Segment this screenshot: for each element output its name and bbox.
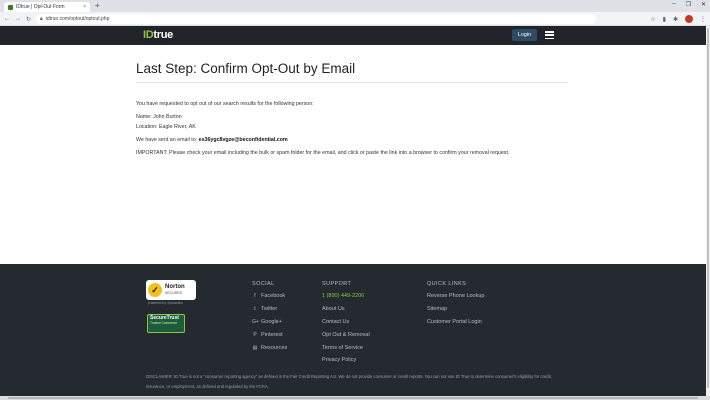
person-location: Location: Eagle River, AK xyxy=(136,124,196,130)
quick-link-customer-portal[interactable]: Customer Portal Login xyxy=(427,316,484,329)
close-window-icon[interactable]: ✕ xyxy=(701,1,706,8)
logo-true-text: true xyxy=(153,29,173,41)
favicon-icon xyxy=(8,4,13,10)
browser-tab[interactable]: IDtrue | Opt-Out Form × xyxy=(4,2,90,12)
profile-avatar-icon[interactable] xyxy=(685,15,693,23)
tab-title: IDtrue | Opt-Out Form xyxy=(16,4,65,10)
disclaimer-text: DISCLAIMER: ID True is not a "consumer r… xyxy=(146,374,552,389)
social-link-pinterest[interactable]: P Pinterest xyxy=(252,328,287,341)
norton-text: Norton SECURED xyxy=(165,284,185,295)
main-content: Last Step: Confirm Opt-Out by Email You … xyxy=(0,45,710,264)
important-notice: IMPORTANT: Please check your email inclu… xyxy=(136,150,510,156)
securetrust-badge[interactable]: SecureTrust Trusted Commerce xyxy=(147,314,185,333)
menu-dots-icon[interactable]: ⋮ xyxy=(700,16,706,23)
support-link-privacy[interactable]: Privacy Policy xyxy=(322,354,370,367)
support-heading: SUPPORT xyxy=(322,281,352,287)
quick-link-reverse-phone[interactable]: Reverse Phone Lookup xyxy=(427,290,484,303)
vertical-scrollbar[interactable] xyxy=(706,26,710,396)
support-phone-link[interactable]: 1 (800) 449-2206 xyxy=(322,290,370,303)
email-sent-text: We have sent an email to: es36ygc8vgze@b… xyxy=(136,137,288,143)
extension-icon[interactable]: ▮ xyxy=(663,16,666,23)
tab-bar: IDtrue | Opt-Out Form × + ‒ ❐ ✕ xyxy=(0,0,710,12)
hamburger-menu-icon[interactable] xyxy=(545,31,554,39)
support-link-terms[interactable]: Terms of Service xyxy=(322,341,370,354)
email-prefix: We have sent an email to: xyxy=(136,137,199,143)
new-tab-icon[interactable]: + xyxy=(95,2,100,10)
intro-text: You have requested to opt out of our sea… xyxy=(136,101,314,107)
reload-icon[interactable]: ↻ xyxy=(26,16,31,23)
google-plus-icon: G+ xyxy=(252,318,259,325)
puzzle-icon[interactable]: ✱ xyxy=(673,16,678,23)
checkmark-icon: ✓ xyxy=(148,283,162,297)
support-link-contact[interactable]: Contact Us xyxy=(322,316,370,329)
title-divider xyxy=(136,82,568,83)
minimize-icon[interactable]: ‒ xyxy=(672,1,675,8)
browser-chrome: IDtrue | Opt-Out Form × + ‒ ❐ ✕ ← → ↻ 🔒︎… xyxy=(0,0,710,26)
twitter-icon: t xyxy=(254,306,256,313)
quick-links-column: QUICK LINKS Reverse Phone Lookup Sitemap… xyxy=(427,281,484,328)
securetrust-sub: Trusted Commerce xyxy=(150,321,178,325)
quick-links-heading: QUICK LINKS xyxy=(427,281,467,287)
site-footer: ✓ Norton SECURED powered by Symantec Secu… xyxy=(0,264,710,400)
star-icon[interactable]: ☆ xyxy=(650,16,655,23)
login-button[interactable]: Login xyxy=(512,29,537,41)
social-column: SOCIAL f Facebook t Twitter G+ Google+ P Pin… xyxy=(252,281,287,354)
social-link-facebook[interactable]: f Facebook xyxy=(252,290,287,303)
email-address: es36ygc8vgze@beconfidential.com xyxy=(198,137,288,143)
forward-icon[interactable]: → xyxy=(15,16,21,22)
pinterest-icon: P xyxy=(253,331,257,338)
page-title: Last Step: Confirm Opt-Out by Email xyxy=(136,61,356,76)
browser-toolbar-right: ☆ ▮ ✱ ⋮ xyxy=(650,15,706,23)
social-link-google[interactable]: G+ Google+ xyxy=(252,316,287,329)
social-link-twitter[interactable]: t Twitter xyxy=(252,303,287,316)
url-text: idtrue.com/optout/optout.php xyxy=(45,16,110,22)
restore-icon[interactable]: ❐ xyxy=(686,1,691,8)
window-controls: ‒ ❐ ✕ xyxy=(672,1,706,8)
horizontal-scrollbar-thumb[interactable] xyxy=(8,397,698,399)
quick-link-sitemap[interactable]: Sitemap xyxy=(427,303,484,316)
idtrue-logo[interactable]: IDtrue xyxy=(143,29,173,41)
social-heading: SOCIAL xyxy=(252,281,275,287)
lock-icon: 🔒︎ xyxy=(40,16,43,22)
back-icon[interactable]: ← xyxy=(4,16,10,22)
facebook-icon: f xyxy=(254,293,256,300)
address-bar-row: ← → ↻ 🔒︎ idtrue.com/optout/optout.php ☆ … xyxy=(0,12,710,26)
support-column: SUPPORT 1 (800) 449-2206 About Us Contac… xyxy=(322,281,370,367)
logo-id-text: ID xyxy=(143,29,154,41)
horizontal-scrollbar[interactable] xyxy=(0,396,710,400)
site-navbar: IDtrue Login xyxy=(0,26,710,45)
person-name: Name: John Burton xyxy=(136,114,182,120)
support-link-about[interactable]: About Us xyxy=(322,303,370,316)
norton-powered: powered by Symantec xyxy=(148,301,183,305)
social-link-resources[interactable]: ▤ Resources xyxy=(252,341,288,354)
support-link-optout[interactable]: Opt Out & Removal xyxy=(322,328,370,341)
vertical-scrollbar-thumb[interactable] xyxy=(707,28,709,388)
resources-icon: ▤ xyxy=(252,344,258,351)
tab-close-icon[interactable]: × xyxy=(83,4,86,10)
url-field[interactable]: 🔒︎ idtrue.com/optout/optout.php xyxy=(36,14,597,24)
norton-badge[interactable]: ✓ Norton SECURED xyxy=(146,280,196,300)
